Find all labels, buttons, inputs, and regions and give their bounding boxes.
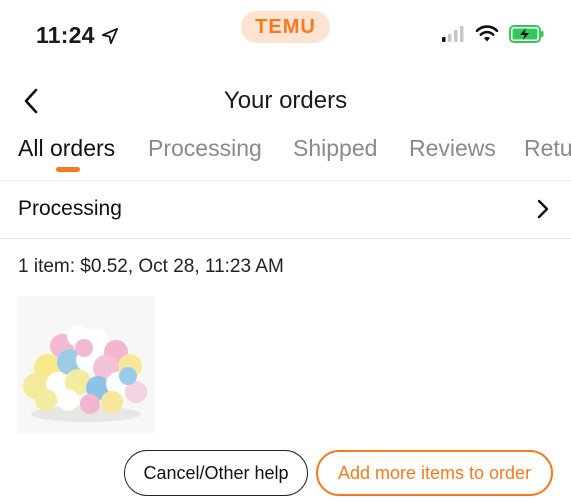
add-more-items-button[interactable]: Add more items to order xyxy=(316,450,553,496)
product-image[interactable] xyxy=(18,296,155,433)
tab-returns[interactable]: Retu xyxy=(524,135,571,162)
pompom-product-image xyxy=(18,296,155,433)
cellular-signal-icon xyxy=(442,26,464,42)
status-icons xyxy=(441,24,545,44)
status-time: 11:24 xyxy=(36,22,119,49)
active-tab-indicator xyxy=(56,167,80,172)
tab-all-orders[interactable]: All orders xyxy=(18,135,115,162)
temu-logo-text: TEMU xyxy=(255,15,316,38)
order-status-row[interactable]: Processing xyxy=(0,181,571,238)
chevron-right-icon xyxy=(537,199,549,219)
cancel-other-help-button[interactable]: Cancel/Other help xyxy=(124,450,308,496)
location-arrow-icon xyxy=(101,27,118,44)
order-status-label: Processing xyxy=(18,197,122,220)
time-text: 11:24 xyxy=(36,22,95,48)
order-tabs: All orders Processing Shipped Reviews Re… xyxy=(0,132,571,180)
order-summary: 1 item: $0.52, Oct 28, 11:23 AM xyxy=(18,256,284,277)
tab-reviews[interactable]: Reviews xyxy=(409,135,496,162)
tab-shipped[interactable]: Shipped xyxy=(293,135,377,162)
wifi-icon xyxy=(475,25,499,42)
battery-charging-icon xyxy=(509,25,544,43)
temu-badge: TEMU xyxy=(241,11,330,43)
tab-processing[interactable]: Processing xyxy=(148,135,262,162)
page-title: Your orders xyxy=(223,87,348,114)
orders-screen: 11:24 TEMU Your orders All orders Proces… xyxy=(0,0,571,500)
divider xyxy=(0,238,571,239)
